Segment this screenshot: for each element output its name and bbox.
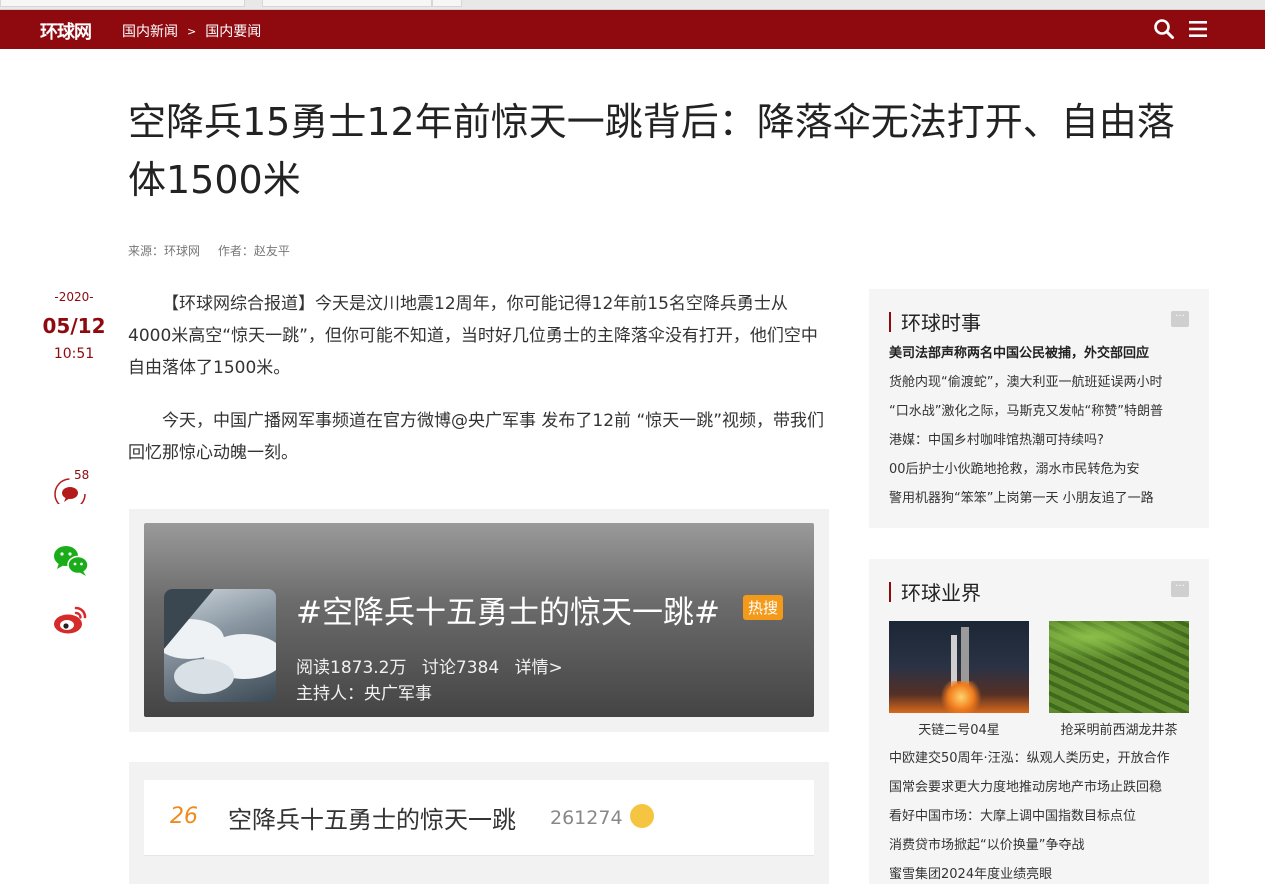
breadcrumb-separator: > [187, 24, 197, 38]
sidebar-industry: 环球业界 ··· 天链二号04星 抢采明前西湖龙井茶 中欧建交50周年·汪泓：纵… [869, 559, 1209, 884]
hot-search-badge: 热搜 [743, 595, 784, 620]
news-list: 美司法部声称两名中国公民被捕，外交部回应 货舱内现“偷渡蛇”，澳大利亚一航班延误… [889, 339, 1194, 513]
topic-hashtag[interactable]: #空降兵十五勇士的惊天一跳# [296, 587, 720, 632]
news-link[interactable]: 国常会要求更大力度地推动房地产市场止跌回稳 [889, 773, 1194, 802]
topic-thumbnail [164, 589, 276, 702]
menu-icon[interactable] [1187, 18, 1209, 40]
news-link[interactable]: 看好中国市场：大摩上调中国指数目标点位 [889, 802, 1194, 831]
sidebar-title: 环球时事 [901, 311, 981, 335]
article-paragraph: 【环球网综合报道】今天是汶川地震12周年，你可能记得12年前15名空降兵勇士从4… [128, 294, 818, 378]
heading-accent-bar [889, 311, 891, 332]
hot-search-row[interactable]: 26 空降兵十五勇士的惊天一跳 261274 [144, 780, 814, 856]
article-source: 来源：环球网 [128, 244, 201, 258]
picture-news-item[interactable]: 天链二号04星 [889, 621, 1029, 738]
news-link[interactable]: 港媒：中国乡村咖啡馆热潮可持续吗? [889, 426, 1194, 455]
news-link[interactable]: 蜜雪集团2024年度业绩亮眼 [889, 860, 1194, 889]
news-link[interactable]: 消费贷市场掀起“以价换量”争夺战 [889, 831, 1194, 860]
rocket-launch-image [889, 621, 1029, 713]
breadcrumb: 国内新闻 > 国内要闻 [122, 21, 261, 41]
picture-caption: 天链二号04星 [918, 723, 1000, 738]
weibo-topic-banner[interactable]: #空降兵十五勇士的惊天一跳# 热搜 阅读1873.2万 讨论7384 详情> 主… [144, 523, 814, 717]
breadcrumb-item-domestic-news[interactable]: 国内新闻 [122, 21, 178, 41]
sidebar-heading: 环球时事 [889, 307, 981, 336]
article-meta: 来源：环球网 作者：赵友平 [128, 242, 290, 259]
sidebar-heading: 环球业界 [889, 577, 981, 606]
tea-field-image [1049, 621, 1189, 713]
news-list: 中欧建交50周年·汪泓：纵观人类历史，开放合作 国常会要求更大力度地推动房地产市… [889, 744, 1194, 889]
topic-stats: 阅读1873.2万 讨论7384 详情> [296, 653, 563, 678]
article-title: 空降兵15勇士12年前惊天一跳背后：降落伞无法打开、自由落体1500米 [128, 100, 1175, 202]
publish-month-day: 05/12 [42, 314, 106, 338]
picture-news-item[interactable]: 抢采明前西湖龙井茶 [1049, 621, 1189, 738]
news-link[interactable]: 警用机器狗“笨笨”上岗第一天 小朋友追了一路 [889, 484, 1194, 513]
hot-search-rank: 26 [170, 804, 198, 829]
topic-host: 主持人：央广军事 [296, 684, 432, 704]
more-button[interactable]: ··· [1171, 311, 1189, 327]
share-bar: 58 [52, 468, 96, 640]
header-actions [1153, 18, 1209, 40]
article-author: 作者：赵友平 [217, 244, 290, 258]
site-logo[interactable]: 环球网 [40, 18, 92, 44]
sidebar-current-affairs: 环球时事 ··· 美司法部声称两名中国公民被捕，外交部回应 货舱内现“偷渡蛇”，… [869, 289, 1209, 528]
article-body: 【环球网综合报道】今天是汶川地震12周年，你可能记得12年前15名空降兵勇士从4… [128, 288, 830, 469]
publish-time: 10:51 [53, 346, 95, 362]
browser-tab[interactable] [0, 0, 245, 7]
browser-new-tab[interactable] [432, 0, 462, 7]
hot-search-card: 26 空降兵十五勇士的惊天一跳 261274 [129, 762, 829, 884]
browser-tab-strip [0, 0, 1265, 10]
hot-search-text[interactable]: 空降兵十五勇士的惊天一跳 [228, 800, 516, 835]
news-link[interactable]: 00后护士小伙跪地抢救，溺水市民转危为安 [889, 455, 1194, 484]
sidebar-title: 环球业界 [901, 581, 981, 605]
browser-tab[interactable] [262, 0, 432, 7]
news-link[interactable]: 美司法部声称两名中国公民被捕，外交部回应 [889, 339, 1194, 368]
more-button[interactable]: ··· [1171, 581, 1189, 597]
hot-search-count: 261274 [550, 807, 623, 829]
crying-emoji-icon [630, 804, 654, 828]
breadcrumb-item-domestic-headlines[interactable]: 国内要闻 [205, 21, 261, 41]
site-header: 环球网 国内新闻 > 国内要闻 [0, 10, 1265, 49]
weibo-topic-card: #空降兵十五勇士的惊天一跳# 热搜 阅读1873.2万 讨论7384 详情> 主… [129, 509, 829, 732]
article-paragraph: 今天，中国广播网军事频道在官方微博@央广军事 发布了12前 “惊天一跳”视频，带… [128, 411, 825, 463]
search-icon[interactable] [1153, 18, 1175, 40]
topic-read-count: 阅读1873.2万 [296, 658, 407, 678]
news-link[interactable]: 货舱内现“偷渡蛇”，澳大利亚一航班延误两小时 [889, 368, 1194, 397]
news-link[interactable]: “口水战”激化之际，马斯克又发帖“称赞”特朗普 [889, 397, 1194, 426]
topic-discuss-count: 讨论7384 [421, 658, 500, 678]
picture-caption: 抢采明前西湖龙井茶 [1060, 723, 1178, 738]
picture-news-row: 天链二号04星 抢采明前西湖龙井茶 [889, 621, 1189, 738]
comment-button[interactable]: 58 [52, 468, 90, 510]
comment-count: 58 [74, 468, 90, 482]
news-link[interactable]: 中欧建交50周年·汪泓：纵观人类历史，开放合作 [889, 744, 1194, 773]
publish-date: -2020- 05/12 10:51 [40, 290, 108, 362]
publish-year: -2020- [54, 290, 94, 304]
heading-accent-bar [889, 581, 891, 602]
weibo-icon[interactable] [52, 602, 90, 636]
wechat-icon[interactable] [52, 544, 90, 578]
topic-detail-link[interactable]: 详情> [515, 658, 563, 678]
